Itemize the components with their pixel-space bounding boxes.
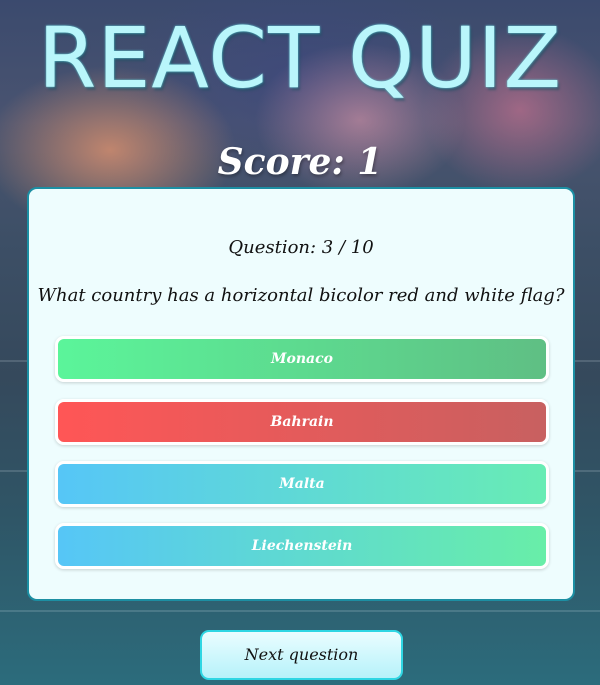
background-decoration [0, 610, 600, 612]
answer-button-malta[interactable]: Malta [55, 461, 549, 507]
score-display: Score: 1 [217, 141, 383, 183]
answer-button-bahrain[interactable]: Bahrain [55, 399, 549, 445]
question-card: Question: 3 / 10 What country has a hori… [27, 187, 575, 601]
answer-button-monaco[interactable]: Monaco [55, 336, 549, 382]
app-title: REACT QUIZ [37, 9, 562, 107]
question-number: Question: 3 / 10 [228, 237, 374, 258]
answer-button-liechenstein[interactable]: Liechenstein [55, 523, 549, 569]
question-text: What country has a horizontal bicolor re… [37, 285, 565, 306]
next-question-button[interactable]: Next question [200, 630, 403, 680]
